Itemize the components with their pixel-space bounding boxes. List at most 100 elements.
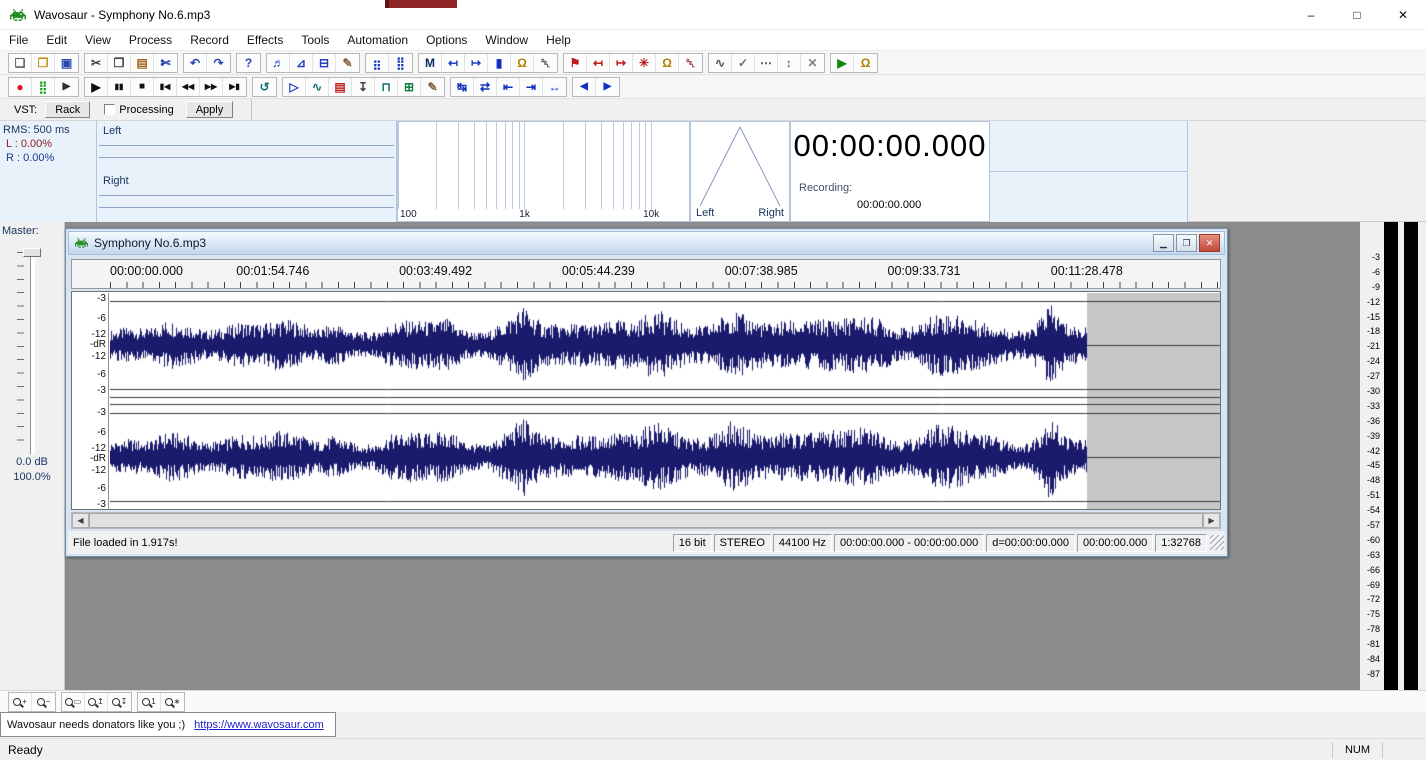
zoom-selection-button[interactable]: ▭ bbox=[62, 693, 85, 711]
play-button[interactable]: ▶ bbox=[85, 78, 108, 96]
marker-lock-button[interactable]: Ω bbox=[511, 54, 534, 72]
vst-apply-button[interactable]: Apply bbox=[186, 101, 234, 118]
go-to-start-button[interactable]: ▮◀ bbox=[154, 78, 177, 96]
record-button[interactable]: ● bbox=[9, 78, 32, 96]
master-slider-track[interactable] bbox=[30, 250, 35, 455]
new-file-button[interactable]: ❏ bbox=[9, 54, 32, 72]
menu-item-view[interactable]: View bbox=[76, 31, 120, 49]
resize-grip[interactable] bbox=[1210, 535, 1224, 550]
record-pause-button[interactable]: ⣿ bbox=[32, 78, 55, 96]
marker-insert-button[interactable]: M bbox=[419, 54, 442, 72]
cursor-to-previous-button[interactable]: ◀ bbox=[573, 78, 596, 96]
menu-item-process[interactable]: Process bbox=[120, 31, 181, 49]
document-close-button[interactable]: ✕ bbox=[1199, 234, 1220, 252]
volume-button[interactable]: ♬ bbox=[267, 54, 290, 72]
waveform-canvas[interactable] bbox=[110, 293, 1220, 509]
grid-view-button[interactable]: ⊞ bbox=[398, 78, 421, 96]
processing-checkbox[interactable] bbox=[104, 104, 115, 115]
record-insert-button[interactable]: ▶ bbox=[55, 78, 78, 96]
more-options-button[interactable]: ⋯ bbox=[755, 54, 778, 72]
undo-button[interactable]: ↶ bbox=[184, 54, 207, 72]
loop-point-burst-button[interactable]: ✳ bbox=[633, 54, 656, 72]
paste-button[interactable]: ▤ bbox=[131, 54, 154, 72]
open-file-button[interactable]: ❒ bbox=[32, 54, 55, 72]
vertical-fit-button[interactable]: ↕ bbox=[778, 54, 801, 72]
pen-gain-button[interactable]: ✎ bbox=[336, 54, 359, 72]
document-titlebar[interactable]: Symphony No.6.mp3 ▁ ❐ ✕ bbox=[68, 231, 1225, 255]
marker-previous-button[interactable]: ↤ bbox=[442, 54, 465, 72]
zoom-vertical-out-button[interactable]: ↧ bbox=[108, 693, 131, 711]
scrollbar-thumb[interactable] bbox=[89, 513, 1203, 528]
marker-delete-button[interactable]: ␡ bbox=[534, 54, 557, 72]
error-report-button[interactable]: ▤ bbox=[329, 78, 352, 96]
loop-tool-a-button[interactable]: ⣶ bbox=[366, 54, 389, 72]
stop-button[interactable]: ■ bbox=[131, 78, 154, 96]
horizontal-scrollbar[interactable]: ◀ ▶ bbox=[71, 512, 1221, 529]
loop-point-lock-button[interactable]: Ω bbox=[656, 54, 679, 72]
vst-rack-button[interactable]: Rack bbox=[45, 101, 90, 118]
pause-button[interactable]: ▮▮ bbox=[108, 78, 131, 96]
menu-item-options[interactable]: Options bbox=[417, 31, 476, 49]
fast-forward-button[interactable]: ▶▶ bbox=[200, 78, 223, 96]
menu-item-edit[interactable]: Edit bbox=[37, 31, 76, 49]
go-to-end-button[interactable]: ▶▮ bbox=[223, 78, 246, 96]
document-restore-button[interactable]: ❐ bbox=[1176, 234, 1197, 252]
vst-play-button[interactable]: ▶ bbox=[831, 54, 854, 72]
zoom-in-button[interactable]: + bbox=[9, 693, 32, 711]
loop-playback-button[interactable]: ↺ bbox=[253, 78, 276, 96]
analysis-play-button[interactable]: ▷ bbox=[283, 78, 306, 96]
fade-button[interactable]: ⊿ bbox=[290, 54, 313, 72]
menu-item-effects[interactable]: Effects bbox=[238, 31, 292, 49]
draw-tool-button[interactable]: ∿ bbox=[709, 54, 732, 72]
zoom-vertical-in-button[interactable]: ↥ bbox=[85, 693, 108, 711]
levels-button[interactable]: ⊟ bbox=[313, 54, 336, 72]
window-close-button[interactable]: ✕ bbox=[1380, 0, 1426, 30]
loop-point-insert-button[interactable]: ⚑ bbox=[564, 54, 587, 72]
waveform-view[interactable]: -3-6-12-dR-12-6-3-3-6-12-dR-12-6-3 bbox=[71, 291, 1221, 510]
zoom-out-button[interactable]: − bbox=[32, 693, 55, 711]
zoom-one-to-one-button[interactable]: 1 bbox=[138, 693, 161, 711]
menu-item-tools[interactable]: Tools bbox=[292, 31, 338, 49]
trim-button[interactable]: ✄ bbox=[154, 54, 177, 72]
fit-amplitude-button[interactable]: ↧ bbox=[352, 78, 375, 96]
cut-button[interactable]: ✂ bbox=[85, 54, 108, 72]
pen-edit-button[interactable]: ✎ bbox=[421, 78, 444, 96]
snap-to-start-button[interactable]: ⇤ bbox=[497, 78, 520, 96]
play-from-cursor-button[interactable]: ▶ bbox=[596, 78, 619, 96]
timeline-ruler[interactable]: 00:00:00.00000:01:54.74600:03:49.49200:0… bbox=[71, 259, 1221, 289]
save-file-button[interactable]: ▣ bbox=[55, 54, 78, 72]
scroll-left-button[interactable]: ◀ bbox=[72, 513, 89, 528]
loop-tool-b-button[interactable]: ⣿ bbox=[389, 54, 412, 72]
selection-extend-button[interactable]: ⇄ bbox=[474, 78, 497, 96]
validate-tool-button[interactable]: ✓ bbox=[732, 54, 755, 72]
statistics-button[interactable]: ∿ bbox=[306, 78, 329, 96]
zoom-all-button[interactable]: ∗ bbox=[161, 693, 184, 711]
menu-item-automation[interactable]: Automation bbox=[338, 31, 417, 49]
menu-item-window[interactable]: Window bbox=[476, 31, 537, 49]
loop-point-delete-button[interactable]: ␡ bbox=[679, 54, 702, 72]
remove-tool-button[interactable]: ✕ bbox=[801, 54, 824, 72]
copy-button[interactable]: ❐ bbox=[108, 54, 131, 72]
redo-button[interactable]: ↷ bbox=[207, 54, 230, 72]
menu-item-help[interactable]: Help bbox=[537, 31, 580, 49]
snap-to-end-button[interactable]: ⇥ bbox=[520, 78, 543, 96]
vst-bypass-lock-button[interactable]: Ω bbox=[854, 54, 877, 72]
loop-point-previous-button[interactable]: ↤ bbox=[587, 54, 610, 72]
rewind-button[interactable]: ◀◀ bbox=[177, 78, 200, 96]
window-minimize-button[interactable]: – bbox=[1288, 0, 1334, 30]
about-button[interactable]: ? bbox=[237, 54, 260, 72]
selection-shrink-button[interactable]: ↹ bbox=[451, 78, 474, 96]
loop-point-next-button[interactable]: ↦ bbox=[610, 54, 633, 72]
scroll-right-button[interactable]: ▶ bbox=[1203, 513, 1220, 528]
menu-item-record[interactable]: Record bbox=[181, 31, 238, 49]
master-slider-thumb[interactable] bbox=[23, 248, 41, 257]
snap-zero-crossing-button[interactable]: ↔ bbox=[543, 78, 566, 96]
marker-next-button[interactable]: ↦ bbox=[465, 54, 488, 72]
donation-link[interactable]: https://www.wavosaur.com bbox=[194, 719, 324, 731]
marker-play-button[interactable]: ▮ bbox=[488, 54, 511, 72]
cursor-to-previous-icon: ◀ bbox=[580, 82, 588, 92]
document-minimize-button[interactable]: ▁ bbox=[1153, 234, 1174, 252]
window-maximize-button[interactable]: □ bbox=[1334, 0, 1380, 30]
filter-view-button[interactable]: ⊓ bbox=[375, 78, 398, 96]
menu-item-file[interactable]: File bbox=[0, 31, 37, 49]
